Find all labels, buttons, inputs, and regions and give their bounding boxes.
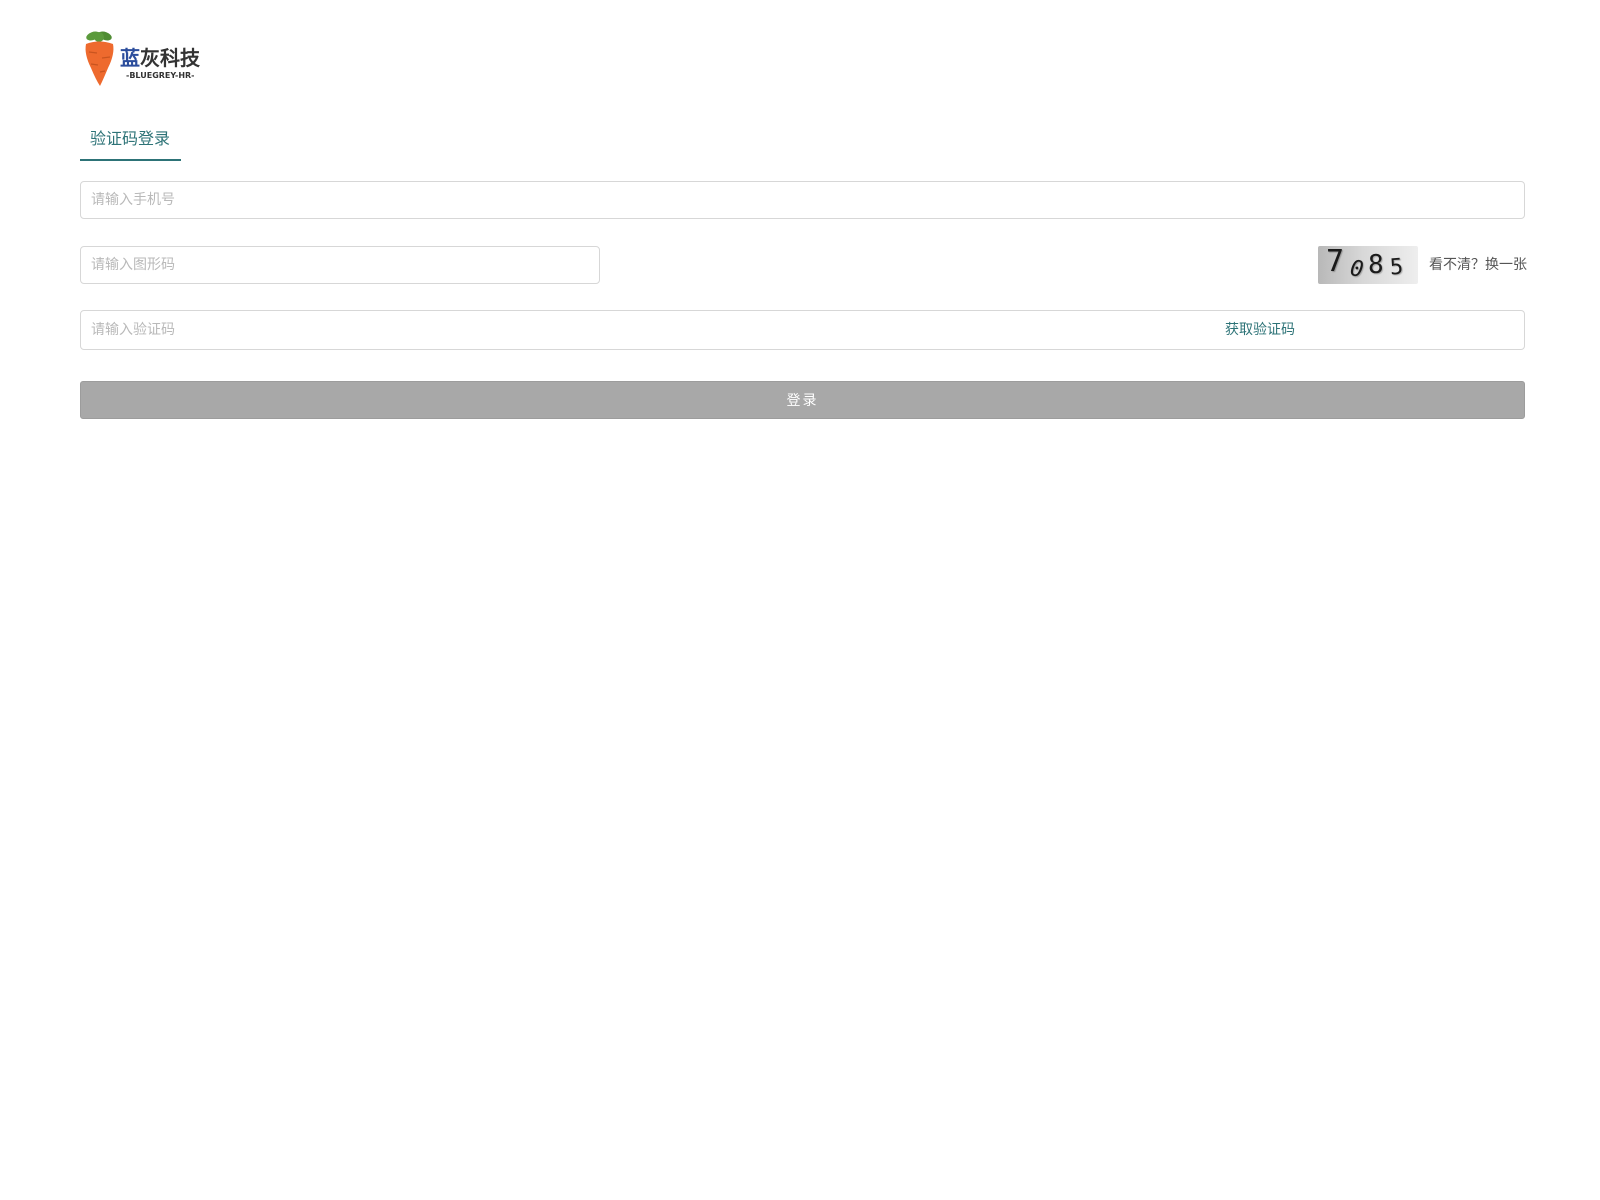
captcha-digit: 8 (1368, 250, 1384, 280)
login-button[interactable]: 登录 (80, 381, 1525, 419)
logo-name-first: 蓝 (120, 46, 140, 70)
company-logo: 蓝灰科技 -BLUEGREY-HR- (83, 30, 203, 90)
tab-sms-login-label: 验证码登录 (90, 129, 171, 148)
captcha-input[interactable] (81, 247, 599, 283)
verification-code-input[interactable] (81, 311, 981, 349)
tab-sms-login[interactable]: 验证码登录 (80, 125, 181, 161)
captcha-image[interactable]: 7 0 8 5 (1318, 246, 1418, 284)
logo-subtitle: -BLUEGREY-HR- (126, 71, 195, 80)
phone-field (80, 181, 1525, 219)
captcha-digit: 7 (1326, 246, 1345, 279)
logo-name-rest: 灰科技 (140, 46, 200, 70)
phone-input[interactable] (81, 182, 1524, 218)
verification-code-field: 获取验证码 (80, 310, 1525, 350)
logo-name: 蓝灰科技 (120, 47, 200, 69)
refresh-captcha-link[interactable]: 看不清？换一张 (1429, 256, 1527, 274)
captcha-digit: 5 (1389, 254, 1405, 281)
login-page: 蓝灰科技 -BLUEGREY-HR- 验证码登录 7 0 8 5 看不清？换一张… (0, 0, 1600, 1200)
captcha-digit: 0 (1348, 256, 1365, 283)
carrot-icon (85, 31, 114, 86)
get-code-button[interactable]: 获取验证码 (1225, 321, 1295, 339)
captcha-field (80, 246, 600, 284)
